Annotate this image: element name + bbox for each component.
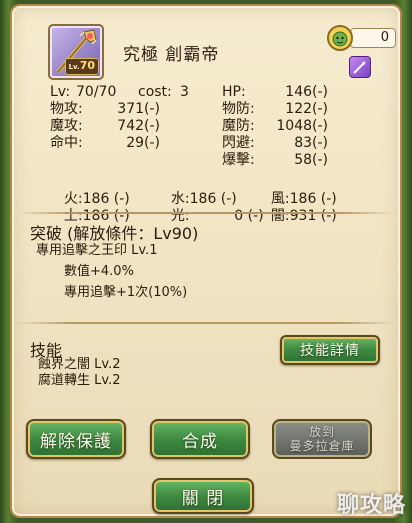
breakthrough-title: 突破 (解放條件：Lv90) bbox=[30, 224, 199, 243]
stat-value: 83(-) bbox=[294, 135, 328, 151]
release-protection-button[interactable]: 解除保護 bbox=[26, 419, 126, 459]
lv-value: 70/70 bbox=[76, 84, 117, 100]
stat-label: 命中: bbox=[50, 135, 83, 151]
stat-value: 371(-) bbox=[117, 101, 160, 117]
breakthrough-effect: 專用追擊+1次(10%) bbox=[64, 285, 188, 300]
divider bbox=[16, 212, 396, 214]
breakthrough-skill: 專用追擊之王印 Lv.1 bbox=[36, 243, 158, 258]
store-line2: 曼多拉倉庫 bbox=[289, 439, 355, 453]
element-dark: 闇:931 (-) bbox=[270, 208, 337, 224]
store-to-warehouse-button[interactable]: 放到 曼多拉倉庫 bbox=[272, 419, 372, 459]
lv-label: Lv: bbox=[50, 84, 71, 100]
stat-value: 29(-) bbox=[126, 135, 160, 151]
currency-value: 0 bbox=[350, 28, 396, 48]
combine-button[interactable]: 合成 bbox=[150, 419, 250, 459]
cost-value: 3 bbox=[180, 84, 189, 100]
currency-display: 0 bbox=[326, 24, 396, 52]
hp-value: 146(-) bbox=[285, 84, 328, 100]
stat-label: 魔防: bbox=[222, 118, 255, 134]
skill-detail-button[interactable]: 技能詳情 bbox=[280, 335, 380, 365]
card-portrait[interactable]: Lv.70 bbox=[48, 24, 104, 80]
edit-feather-button[interactable] bbox=[349, 56, 371, 78]
breakthrough-effect: 數值+4.0% bbox=[64, 264, 134, 279]
card-name: 究極 創霸帝 bbox=[123, 45, 220, 65]
stat-label: 物防: bbox=[222, 101, 255, 117]
stat-label: 閃避: bbox=[222, 135, 255, 151]
stat-value: 742(-) bbox=[117, 118, 160, 134]
divider bbox=[16, 322, 396, 324]
stat-value: 58(-) bbox=[294, 152, 328, 168]
close-button[interactable]: 關 閉 bbox=[152, 478, 254, 514]
level-badge: Lv.70 bbox=[64, 58, 99, 75]
feather-icon bbox=[353, 61, 366, 74]
watermark: 聊攻略 bbox=[336, 493, 406, 518]
mascot-coin-icon bbox=[327, 25, 353, 51]
skill-item: 腐道轉生 Lv.2 bbox=[38, 373, 121, 388]
stat-value: 1048(-) bbox=[276, 118, 328, 134]
stat-value: 122(-) bbox=[285, 101, 328, 117]
skill-item: 蝕界之闇 Lv.2 bbox=[38, 357, 121, 372]
hp-label: HP: bbox=[222, 84, 246, 100]
stat-label: 魔攻: bbox=[50, 118, 83, 134]
cost-label: cost: bbox=[138, 84, 172, 100]
store-line1: 放到 bbox=[308, 425, 335, 439]
stat-label: 爆擊: bbox=[222, 152, 255, 168]
stat-label: 物攻: bbox=[50, 101, 83, 117]
